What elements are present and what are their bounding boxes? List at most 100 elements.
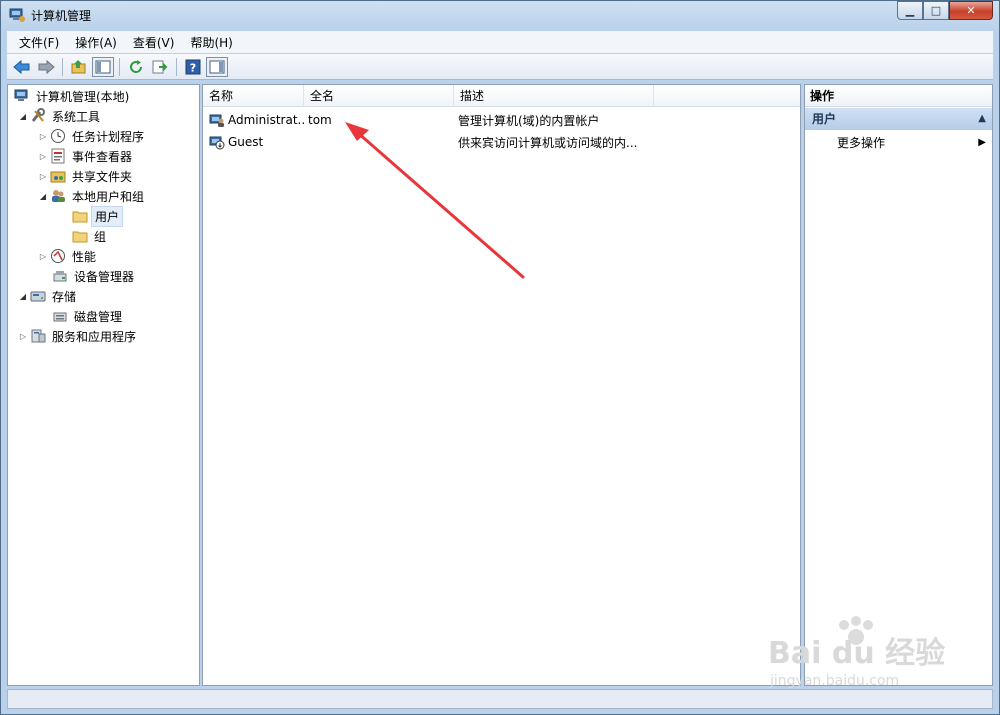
shared-folder-icon	[50, 168, 66, 184]
system-tools-icon	[30, 108, 46, 124]
tree-label: 存储	[52, 289, 77, 304]
tree-label: 事件查看器	[72, 149, 133, 164]
user-full-name: tom	[308, 113, 332, 127]
title-bar[interactable]: 计算机管理 ▁ □ ✕	[1, 1, 999, 29]
tree-label: 用户	[91, 205, 124, 227]
show-hide-action-icon[interactable]	[206, 56, 228, 77]
toolbar: ?	[7, 54, 993, 80]
menu-file[interactable]: 文件(F)	[11, 34, 67, 51]
baidu-watermark: Bai du 经验 jingyan.baidu.com	[768, 616, 945, 689]
tree-label: 计算机管理(本地)	[36, 89, 130, 104]
tree-item-users[interactable]: 用户	[70, 205, 124, 227]
services-icon	[30, 328, 46, 344]
tree-item-services-apps[interactable]: ▷ 服务和应用程序	[18, 326, 139, 346]
tree-item-event-viewer[interactable]: ▷ 事件查看器	[38, 146, 135, 166]
user-icon	[209, 112, 225, 128]
tree-label: 组	[94, 229, 107, 244]
event-viewer-icon	[50, 148, 66, 164]
refresh-icon[interactable]	[125, 57, 147, 77]
more-actions-item[interactable]: 更多操作 ▶	[805, 133, 992, 153]
storage-icon	[30, 288, 46, 304]
actions-section-header[interactable]: 用户 ▲	[805, 108, 992, 130]
export-icon[interactable]	[149, 57, 171, 77]
up-icon[interactable]	[68, 57, 90, 77]
disk-management-icon	[52, 308, 68, 324]
toolbar-separator	[119, 57, 120, 76]
watermark-brand: Bai du 经验	[768, 636, 945, 671]
expand-arrow-icon[interactable]: ▷	[38, 172, 48, 181]
users-group-icon	[50, 188, 66, 204]
expand-arrow-icon[interactable]: ▷	[38, 152, 48, 161]
tree-item-shared-folders[interactable]: ▷ 共享文件夹	[38, 166, 135, 186]
submenu-arrow-icon: ▶	[978, 137, 986, 148]
tree-item-device-manager[interactable]: 设备管理器	[50, 266, 137, 286]
watermark-url: jingyan.baidu.com	[769, 673, 899, 689]
toolbar-separator	[62, 57, 63, 76]
menu-help[interactable]: 帮助(H)	[182, 34, 240, 51]
tree-label: 共享文件夹	[72, 169, 133, 184]
menu-view[interactable]: 查看(V)	[125, 34, 183, 51]
back-icon[interactable]	[11, 57, 33, 77]
collapse-up-icon[interactable]: ▲	[978, 108, 986, 130]
tree-item-groups[interactable]: 组	[70, 226, 109, 246]
actions-title: 操作	[805, 85, 992, 107]
collapse-arrow-icon[interactable]: ◢	[38, 192, 48, 201]
user-name: Guest	[228, 135, 264, 149]
list-header: 名称 全名 描述	[203, 85, 800, 107]
disabled-user-icon	[209, 134, 225, 150]
name-cell: Guest	[203, 134, 304, 150]
close-button[interactable]: ✕	[949, 1, 993, 20]
tree-item-storage[interactable]: ◢ 存储	[18, 286, 79, 306]
minimize-button[interactable]: ▁	[897, 1, 923, 20]
tree-item-local-users-groups[interactable]: ◢ 本地用户和组	[38, 186, 147, 206]
menu-bar: 文件(F) 操作(A) 查看(V) 帮助(H)	[7, 31, 993, 53]
clock-icon	[50, 128, 66, 144]
column-header-full-name[interactable]: 全名	[304, 85, 454, 107]
user-description: 管理计算机(域)的内置帐户	[458, 113, 600, 128]
tree-label: 服务和应用程序	[52, 329, 137, 344]
user-name: Administrat...	[228, 113, 304, 127]
tree-label: 系统工具	[52, 109, 101, 124]
tree-item-performance[interactable]: ▷ 性能	[38, 246, 99, 266]
more-actions-label: 更多操作	[837, 136, 886, 150]
computer-management-icon	[14, 88, 30, 104]
collapse-arrow-icon[interactable]: ◢	[18, 112, 28, 121]
show-hide-tree-icon[interactable]	[92, 56, 114, 77]
tree-label: 本地用户和组	[72, 189, 145, 204]
forward-icon[interactable]	[35, 57, 57, 77]
console-tree: 计算机管理(本地) ◢ 系统工具 ▷ 任务计划程序 ▷ 事件查看器 ▷ 共享文件…	[7, 84, 200, 686]
list-item[interactable]: Guest 供来宾访问计算机或访问域的内...	[203, 131, 800, 153]
tree-label: 任务计划程序	[72, 129, 145, 144]
user-list: 名称 全名 描述 Administrat... tom 管理计算机(域)的内置帐…	[202, 84, 801, 686]
computer-management-window: 计算机管理 ▁ □ ✕ 文件(F) 操作(A) 查看(V) 帮助(H) ? 计算…	[0, 0, 1000, 715]
actions-section-label: 用户	[812, 112, 837, 126]
menu-action[interactable]: 操作(A)	[67, 34, 125, 51]
name-cell: Administrat...	[203, 112, 304, 128]
expand-arrow-icon[interactable]: ▷	[18, 332, 28, 341]
tree-label: 设备管理器	[74, 269, 135, 284]
window-title: 计算机管理	[31, 9, 92, 23]
user-description: 供来宾访问计算机或访问域的内...	[458, 135, 638, 150]
tree-item-root[interactable]: 计算机管理(本地)	[12, 86, 132, 106]
expand-arrow-icon[interactable]: ▷	[38, 132, 48, 141]
folder-icon	[72, 228, 88, 244]
column-header-name[interactable]: 名称	[203, 85, 304, 107]
maximize-button[interactable]: □	[923, 1, 949, 20]
svg-text:?: ?	[190, 61, 196, 74]
help-icon[interactable]: ?	[182, 57, 204, 77]
collapse-arrow-icon[interactable]: ◢	[18, 292, 28, 301]
column-header-description[interactable]: 描述	[454, 85, 654, 107]
performance-icon	[50, 248, 66, 264]
actions-pane: 操作 用户 ▲ 更多操作 ▶	[804, 84, 993, 686]
tree-label: 性能	[72, 249, 97, 264]
tree-label: 磁盘管理	[74, 309, 123, 324]
tree-item-system-tools[interactable]: ◢ 系统工具	[18, 106, 103, 126]
computer-management-icon	[9, 7, 25, 23]
folder-icon	[72, 208, 88, 224]
expand-arrow-icon[interactable]: ▷	[38, 252, 48, 261]
list-item[interactable]: Administrat... tom 管理计算机(域)的内置帐户	[203, 109, 800, 131]
tree-item-disk-management[interactable]: 磁盘管理	[50, 306, 125, 326]
toolbar-separator	[176, 57, 177, 76]
tree-item-task-scheduler[interactable]: ▷ 任务计划程序	[38, 126, 147, 146]
device-manager-icon	[52, 268, 68, 284]
